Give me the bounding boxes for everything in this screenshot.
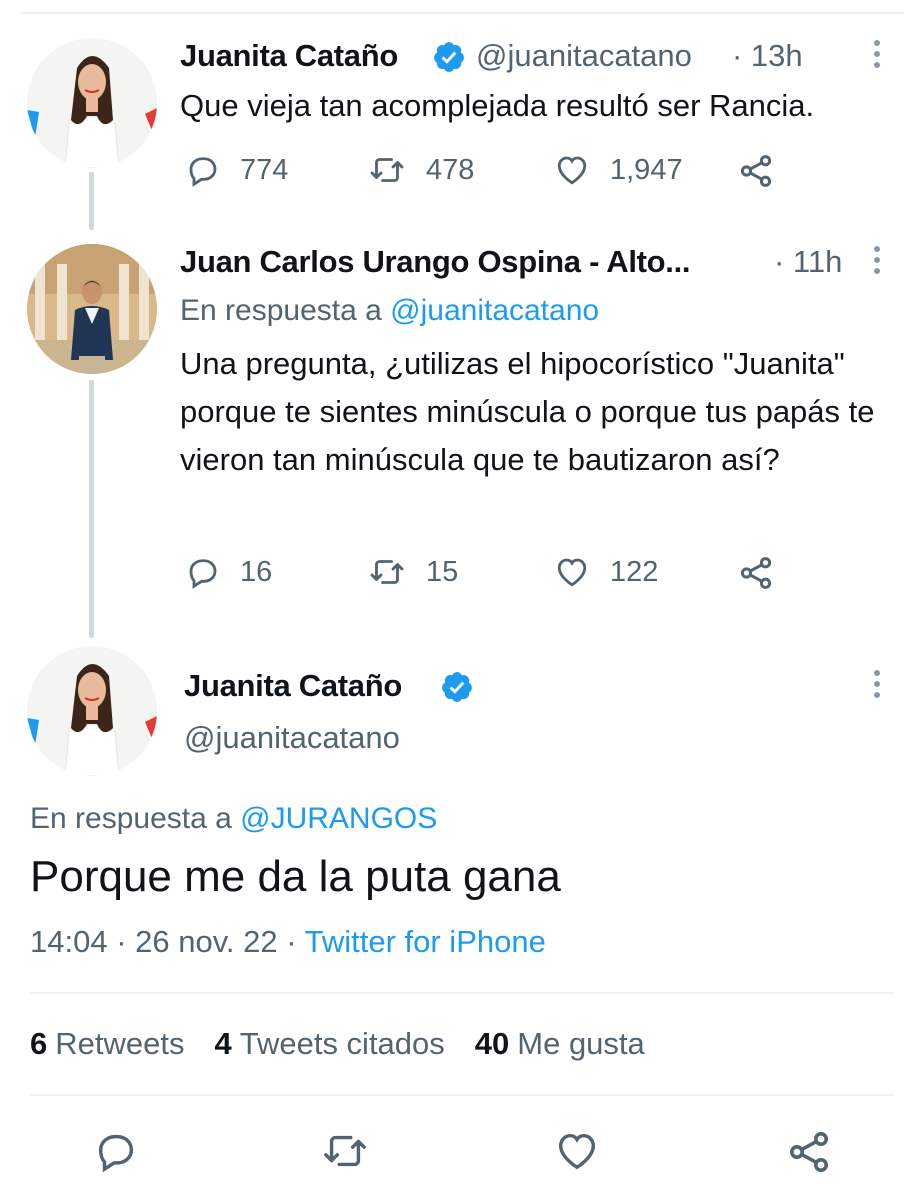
like-icon <box>557 558 587 587</box>
likes-count: 40 <box>474 1026 510 1061</box>
more-options-icon[interactable] <box>872 670 882 702</box>
tweet-thread-page: Juanita Cataño @juanitacatano · 13h Que … <box>0 0 924 1200</box>
more-options-icon[interactable] <box>872 40 882 72</box>
tweet-author-name[interactable]: Juanita Cataño <box>180 38 398 74</box>
retweet-count: 478 <box>426 153 475 186</box>
retweet-icon <box>370 560 404 584</box>
reply-icon <box>189 559 217 589</box>
reply-context: En respuesta a @juanitacatano <box>180 294 599 328</box>
tweet-timestamp: 14:04 · 26 nov. 22 · Twitter for iPhone <box>30 924 546 960</box>
share-icon[interactable] <box>784 1128 834 1176</box>
tweet-text: Que vieja tan acomplejada resultó ser Ra… <box>180 88 815 123</box>
avatar-juan-carlos[interactable] <box>27 244 157 374</box>
share-button[interactable] <box>736 554 794 592</box>
timestamp-text[interactable]: 14:04 · 26 nov. 22 · <box>30 924 297 959</box>
tweet-source-link[interactable]: Twitter for iPhone <box>305 924 546 959</box>
divider <box>30 992 894 994</box>
reply-prefix: En respuesta a <box>180 294 382 327</box>
reply-count: 774 <box>240 153 289 186</box>
tweet-time[interactable]: · 11h <box>774 244 842 280</box>
quotes-count: 4 <box>214 1026 232 1061</box>
retweet-icon <box>370 158 404 182</box>
tweet-author-handle[interactable]: @juanitacatano <box>476 38 692 74</box>
verified-badge-icon <box>442 672 472 702</box>
tweet-author-name[interactable]: Juanita Cataño <box>184 668 402 704</box>
tweet-text: Una pregunta, ¿utilizas el hipocorístico… <box>180 346 875 477</box>
top-divider <box>20 12 904 14</box>
tweet-author-handle[interactable]: @juanitacatano <box>184 720 400 756</box>
like-icon[interactable] <box>552 1128 602 1174</box>
thread-connector <box>89 172 94 230</box>
share-icon <box>740 155 772 187</box>
share-icon <box>740 557 772 589</box>
quote-tweets-stat[interactable]: 4 Tweets citados <box>214 1026 444 1062</box>
tweet-author-name[interactable]: Juan Carlos Urango Ospina - Alto... <box>180 244 691 280</box>
retweets-stat[interactable]: 6 Retweets <box>30 1026 184 1062</box>
reply-button[interactable]: 16 <box>184 554 272 590</box>
more-options-icon[interactable] <box>872 246 882 278</box>
avatar-juanita[interactable] <box>27 38 157 168</box>
like-icon <box>557 156 587 185</box>
avatar-juanita[interactable] <box>27 646 157 776</box>
reply-icon[interactable] <box>92 1128 140 1174</box>
likes-stat[interactable]: 40 Me gusta <box>475 1026 645 1062</box>
reply-mention-link[interactable]: @juanitacatano <box>390 294 599 327</box>
thread-connector <box>89 380 94 638</box>
retweet-icon[interactable] <box>318 1128 372 1174</box>
retweets-label: Retweets <box>55 1026 185 1061</box>
like-count: 1,947 <box>610 153 683 186</box>
tweet-time[interactable]: · 13h <box>732 38 803 74</box>
share-button[interactable] <box>736 152 794 190</box>
retweets-count: 6 <box>30 1026 48 1061</box>
reply-mention-link[interactable]: @JURANGOS <box>240 802 437 835</box>
main-tweet-text: Porque me da la puta gana <box>30 852 561 901</box>
quotes-label: Tweets citados <box>239 1026 445 1061</box>
retweet-button[interactable]: 15 <box>366 554 458 590</box>
verified-badge-icon <box>434 42 464 72</box>
divider <box>30 1094 894 1096</box>
reply-icon <box>189 157 217 187</box>
reply-count: 16 <box>240 555 273 588</box>
reply-context: En respuesta a @JURANGOS <box>30 802 437 836</box>
likes-label: Me gusta <box>517 1026 645 1061</box>
like-count: 122 <box>610 555 659 588</box>
like-button[interactable]: 1,947 <box>552 152 683 188</box>
engagement-stats: 6 Retweets 4 Tweets citados 40 Me gusta <box>30 1026 675 1062</box>
like-button[interactable]: 122 <box>552 554 658 590</box>
reply-prefix: En respuesta a <box>30 802 232 835</box>
reply-button[interactable]: 774 <box>184 152 288 188</box>
retweet-count: 15 <box>426 555 459 588</box>
retweet-button[interactable]: 478 <box>366 152 474 188</box>
